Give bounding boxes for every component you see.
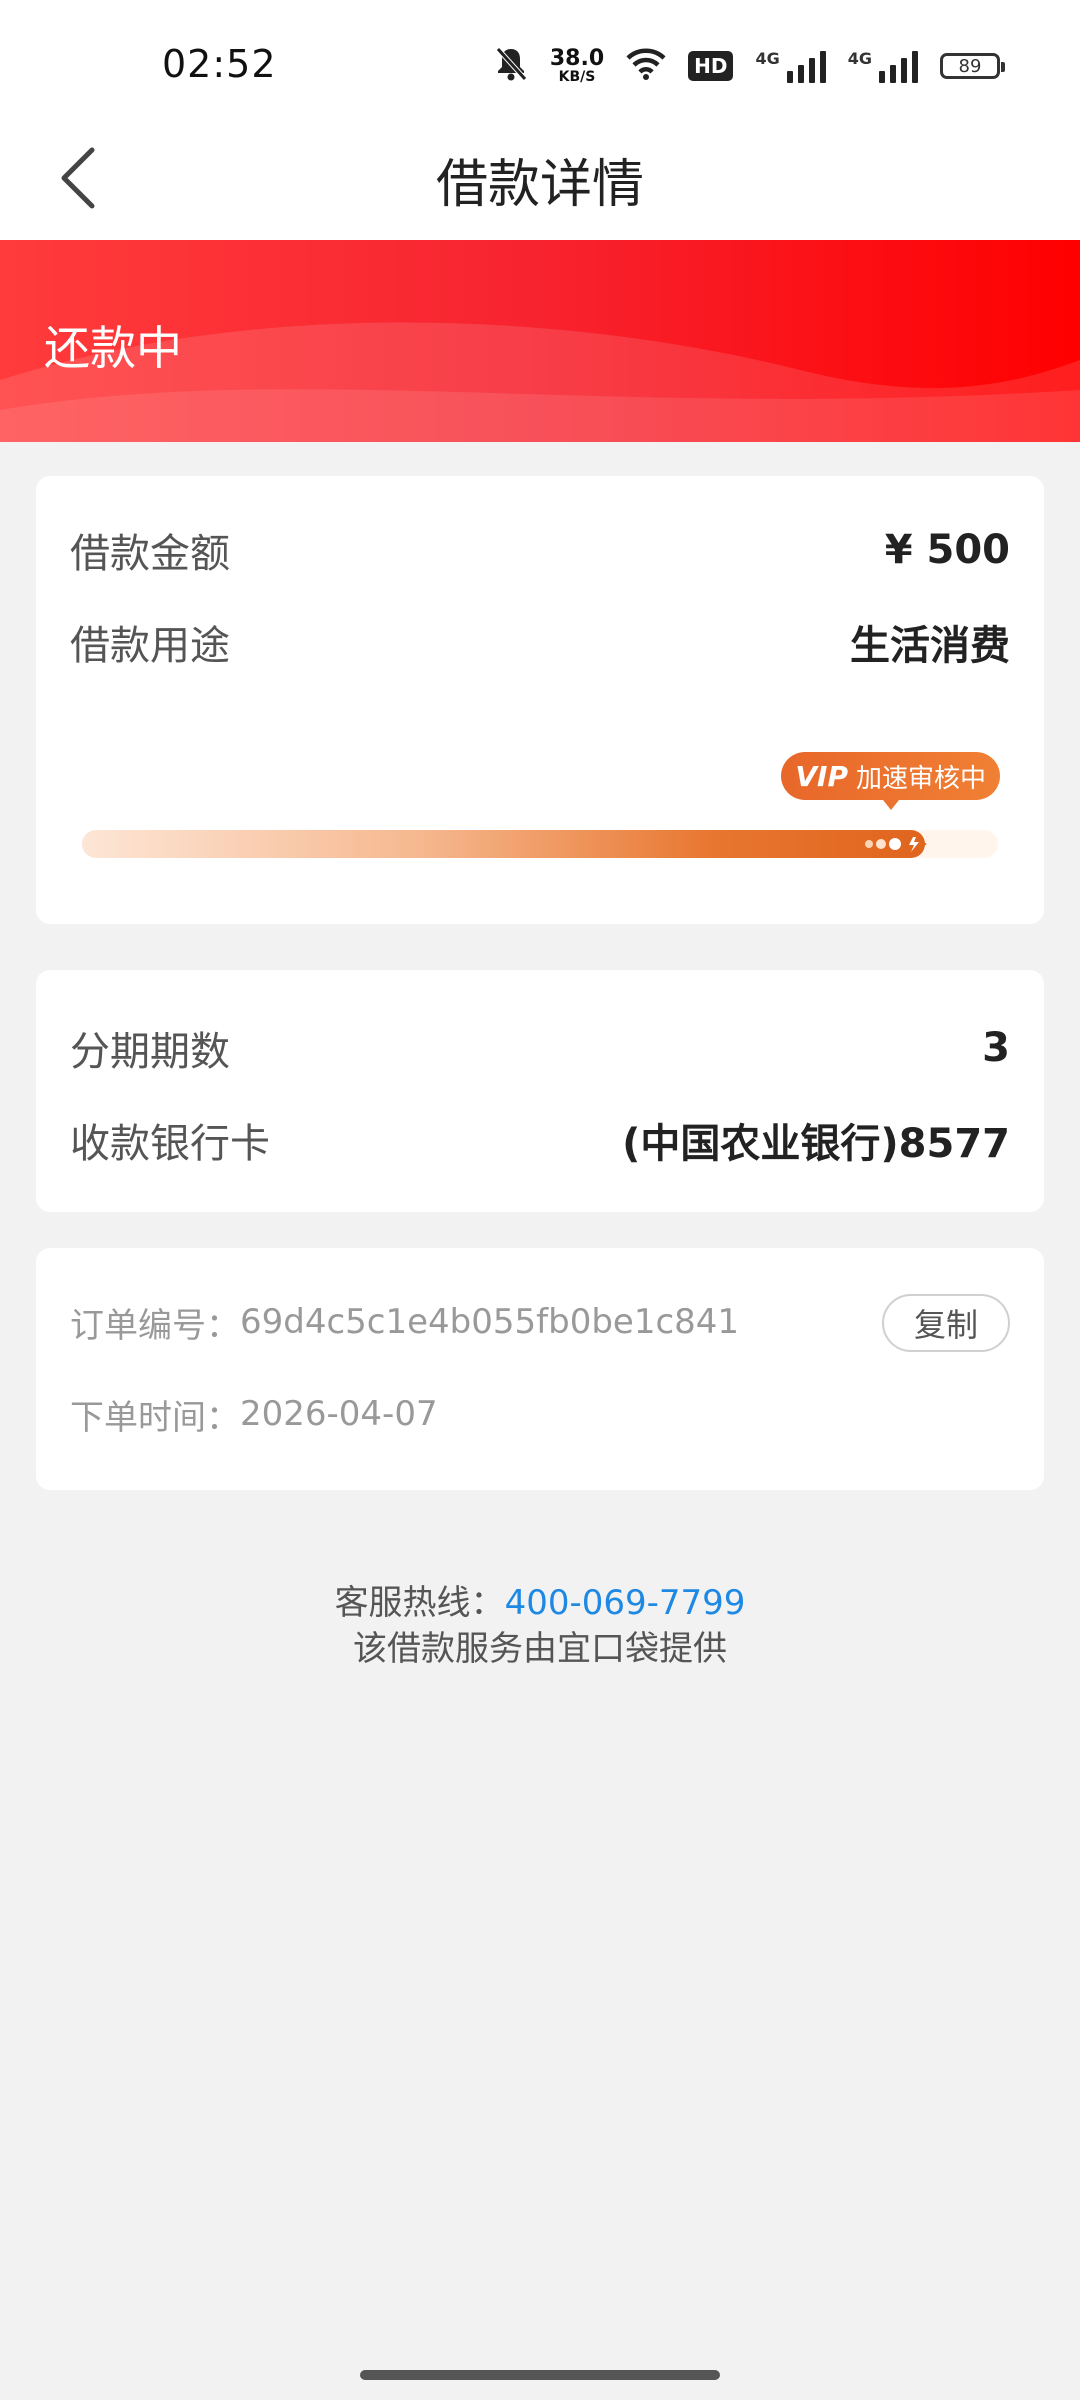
- periods-value: 3: [982, 1025, 1010, 1071]
- order-time-row: 下单时间： 2026-04-07: [70, 1384, 1010, 1444]
- vip-review-text: 加速审核中: [855, 763, 986, 794]
- net-speed: 38.0 KB/S: [549, 46, 605, 85]
- signal-label-2: 4G: [847, 49, 872, 68]
- hotline-label: 客服热线：: [334, 1583, 505, 1623]
- loan-info-card: 借款金额 ¥ 500 借款用途 生活消费 VIP 加速审核中: [36, 476, 1044, 924]
- rocket-icon: [863, 824, 927, 868]
- bank-label: 收款银行卡: [70, 1121, 270, 1167]
- net-speed-unit: KB/S: [558, 69, 596, 85]
- page-title: 借款详情: [435, 155, 644, 215]
- review-progress-bar: [82, 830, 998, 858]
- footer: 客服热线：400-069-7799 该借款服务由宜口袋提供: [0, 1580, 1080, 1672]
- bell-muted-icon: [494, 46, 528, 86]
- order-time-label: 下单时间：: [70, 1397, 240, 1438]
- signal-label: 4G: [755, 49, 780, 68]
- signal-icon: 4G: [755, 49, 826, 83]
- order-number-value: 69d4c5c1e4b055fb0be1c841: [240, 1302, 740, 1342]
- status-time: 02:52: [162, 42, 277, 86]
- installment-card: 分期期数 3 收款银行卡 (中国农业银行)8577: [36, 970, 1044, 1212]
- order-card: 订单编号： 69d4c5c1e4b055fb0be1c841 复制 下单时间： …: [36, 1248, 1044, 1490]
- signal-icon-2: 4G: [848, 49, 918, 83]
- battery-icon: 89: [940, 53, 1005, 79]
- periods-row: 分期期数 3: [70, 1018, 1010, 1078]
- hotline-phone-link[interactable]: 400-069-7799: [505, 1583, 746, 1623]
- vip-tag: VIP: [795, 759, 848, 793]
- amount-value: ¥ 500: [884, 527, 1010, 573]
- bank-row: 收款银行卡 (中国农业银行)8577: [70, 1110, 1010, 1170]
- purpose-value: 生活消费: [850, 623, 1010, 669]
- order-number-row: 订单编号： 69d4c5c1e4b055fb0be1c841: [70, 1292, 864, 1352]
- provider-text: 该借款服务由宜口袋提供: [353, 1629, 727, 1669]
- review-progress-fill: [82, 830, 925, 858]
- periods-label: 分期期数: [70, 1029, 230, 1075]
- copy-button[interactable]: 复制: [882, 1294, 1010, 1352]
- hotline-line: 客服热线：400-069-7799: [0, 1580, 1080, 1626]
- app-header: 借款详情: [0, 120, 1080, 240]
- status-banner: 还款中: [0, 240, 1080, 442]
- status-icons: 38.0 KB/S HD 4G 4G 89: [494, 44, 1005, 88]
- loan-status: 还款中: [44, 321, 182, 375]
- amount-label: 借款金额: [70, 531, 230, 577]
- bank-value: (中国农业银行)8577: [622, 1121, 1010, 1167]
- order-time-value: 2026-04-07: [240, 1394, 438, 1434]
- hd-icon: HD: [688, 51, 734, 81]
- home-indicator[interactable]: [360, 2370, 720, 2380]
- vip-review-badge: VIP 加速审核中: [781, 752, 1000, 810]
- wifi-icon: [626, 48, 666, 84]
- amount-row: 借款金额 ¥ 500: [70, 520, 1010, 580]
- net-speed-value: 38.0: [549, 46, 605, 71]
- status-bar: 02:52 38.0 KB/S HD 4G 4G 89: [0, 0, 1080, 120]
- purpose-label: 借款用途: [70, 623, 230, 669]
- order-number-label: 订单编号：: [70, 1305, 240, 1346]
- purpose-row: 借款用途 生活消费: [70, 612, 1010, 672]
